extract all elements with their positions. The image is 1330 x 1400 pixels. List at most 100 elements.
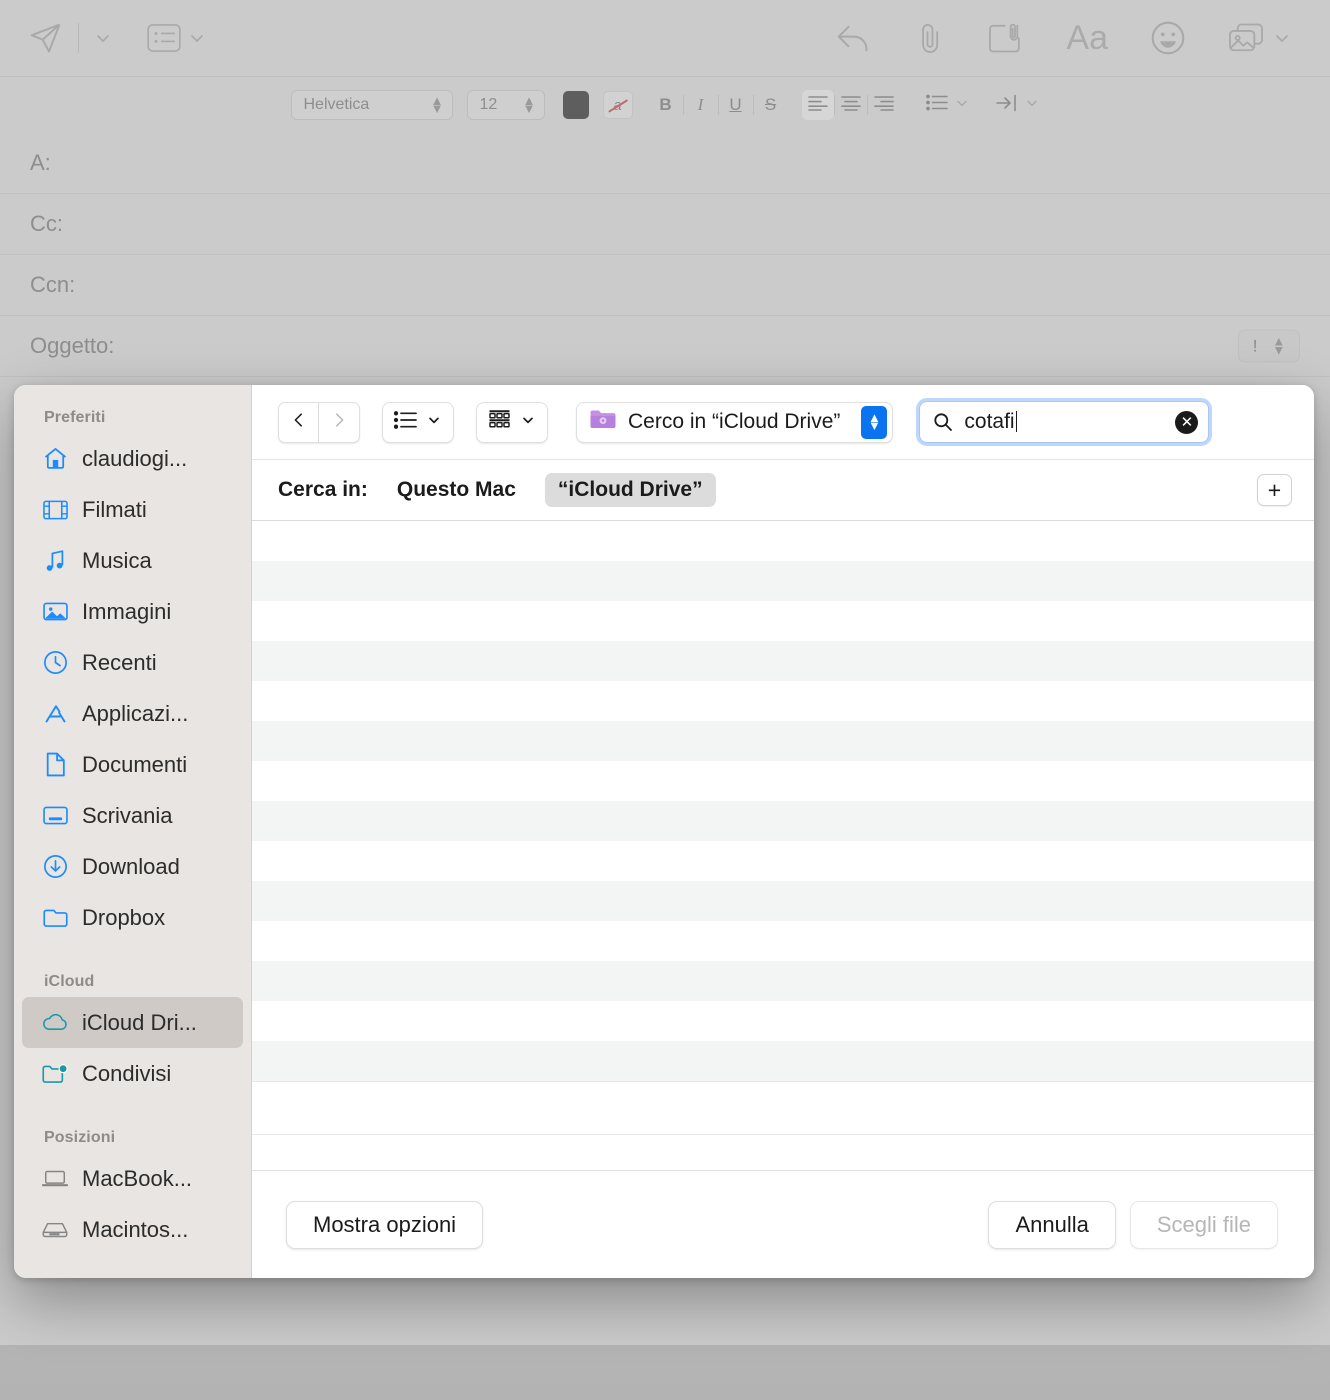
font-size-select[interactable]: 12 ▲ ▼: [466, 90, 545, 120]
show-options-button[interactable]: Mostra opzioni: [286, 1200, 484, 1249]
header-fields-icon[interactable]: [147, 23, 181, 53]
cancel-button[interactable]: Annulla: [988, 1200, 1116, 1249]
music-note-icon: [42, 548, 68, 574]
italic-button[interactable]: I: [686, 90, 716, 120]
format-aa-icon[interactable]: HelveticaAa: [1066, 21, 1108, 55]
add-search-criteria-button[interactable]: +: [1257, 474, 1292, 506]
reply-arrow-icon[interactable]: [836, 21, 872, 55]
scope-option-icloud-drive[interactable]: “iCloud Drive”: [544, 473, 716, 507]
mail-toolbar: HelveticaAa: [0, 0, 1330, 76]
location-popup-label: Cerco in “iCloud Drive”: [628, 410, 841, 433]
download-icon: [42, 854, 68, 880]
send-options-chevron-down-icon[interactable]: [93, 28, 113, 48]
sidebar-item-icloud-drive[interactable]: iCloud Dri...: [22, 997, 243, 1048]
sidebar-item-dropbox[interactable]: Dropbox: [22, 892, 243, 943]
list-item[interactable]: [252, 561, 1314, 601]
search-field[interactable]: cotafi ✕: [919, 401, 1210, 443]
sidebar-item-scrivania[interactable]: Scrivania: [22, 790, 243, 841]
field-row-to[interactable]: A:: [0, 133, 1330, 194]
list-item[interactable]: [252, 601, 1314, 641]
sidebar-item-label: Immagini: [82, 598, 172, 624]
forward-button[interactable]: [319, 401, 360, 443]
sidebar-item-label: Macintos...: [82, 1216, 189, 1242]
list-item[interactable]: [252, 801, 1314, 841]
sidebar-item-home[interactable]: claudiogi...: [22, 433, 243, 484]
smart-folder-icon: [589, 407, 617, 437]
align-right-button[interactable]: [868, 90, 900, 120]
photo-browser-icon[interactable]: [1228, 22, 1264, 54]
location-popup-button[interactable]: Cerco in “iCloud Drive” ▲ ▼: [576, 401, 894, 443]
search-icon: [933, 412, 953, 432]
priority-stepper-icon: ▲ ▼: [1272, 333, 1286, 357]
font-size-value: 12: [479, 96, 498, 113]
file-list[interactable]: [252, 521, 1314, 1170]
highlight-color-button[interactable]: a: [602, 91, 633, 119]
emoji-smiley-icon[interactable]: [1150, 20, 1186, 56]
scope-label: Cerca in:: [278, 478, 368, 501]
align-left-button[interactable]: [801, 90, 834, 120]
list-style-button[interactable]: [925, 94, 970, 116]
sidebar-item-label: Musica: [82, 547, 152, 573]
sidebar-item-macbook[interactable]: MacBook...: [22, 1153, 243, 1204]
send-paper-plane-icon[interactable]: [28, 20, 64, 56]
sidebar-item-condivisi[interactable]: Condivisi: [22, 1048, 243, 1099]
list-item[interactable]: [252, 1001, 1314, 1041]
sidebar-item-filmati[interactable]: Filmati: [22, 484, 243, 535]
priority-stepper[interactable]: ! ▲ ▼: [1238, 329, 1300, 363]
list-item[interactable]: [252, 761, 1314, 801]
format-bar: Helvetica ▲▼ 12 ▲▼ a B I U: [0, 77, 1330, 133]
header-fields-chevron-down-icon[interactable]: [187, 28, 207, 48]
paperclip-icon[interactable]: [914, 21, 946, 55]
laptop-icon: [42, 1166, 68, 1192]
strikethrough-button[interactable]: S: [756, 90, 786, 120]
dialog-toolbar: Cerco in “iCloud Drive” ▲ ▼ cotafi ✕: [252, 385, 1314, 459]
list-item[interactable]: [252, 641, 1314, 681]
scope-option-this-mac[interactable]: Questo Mac: [384, 473, 529, 507]
sidebar-item-label: Recenti: [82, 649, 157, 675]
sidebar-item-recenti[interactable]: Recenti: [22, 637, 243, 688]
toolbar-divider: [78, 23, 79, 53]
sidebar-item-immagini[interactable]: Immagini: [22, 586, 243, 637]
group-view-button[interactable]: [476, 401, 548, 443]
photo-browser-chevron-down-icon[interactable]: [1272, 28, 1292, 48]
sidebar-item-documenti[interactable]: Documenti: [22, 739, 243, 790]
list-view-chevron-down-icon: [426, 412, 442, 433]
field-row-subject[interactable]: Oggetto: ! ▲ ▼: [0, 316, 1330, 377]
sidebar-item-musica[interactable]: Musica: [22, 535, 243, 586]
plus-icon: +: [1267, 476, 1282, 503]
indent-button[interactable]: [995, 94, 1040, 117]
list-view-button[interactable]: [382, 401, 454, 443]
list-item[interactable]: [252, 841, 1314, 881]
sidebar-item-download[interactable]: Download: [22, 841, 243, 892]
list-empty-area: [252, 1082, 1314, 1134]
list-item[interactable]: [252, 681, 1314, 721]
sidebar-item-applicazioni[interactable]: Applicazi...: [22, 688, 243, 739]
desktop-icon: [42, 803, 68, 829]
list-item[interactable]: [252, 1041, 1314, 1081]
list-separator: [252, 1134, 1314, 1135]
markup-attach-icon[interactable]: [988, 22, 1024, 54]
bold-button[interactable]: B: [651, 90, 681, 120]
list-item[interactable]: [252, 881, 1314, 921]
list-item[interactable]: [252, 961, 1314, 1001]
font-family-select[interactable]: Helvetica ▲ ▼: [290, 90, 453, 120]
italic-label: I: [697, 95, 704, 114]
list-item[interactable]: [252, 721, 1314, 761]
align-center-button[interactable]: [835, 90, 867, 120]
text-color-swatch[interactable]: [562, 91, 589, 119]
underline-button[interactable]: U: [721, 90, 751, 120]
field-row-cc[interactable]: Cc:: [0, 194, 1330, 255]
search-input[interactable]: cotafi: [964, 410, 1164, 434]
sidebar-item-macintosh-hd[interactable]: Macintos...: [22, 1204, 243, 1255]
list-item[interactable]: [252, 521, 1314, 561]
clear-circle-icon[interactable]: ✕: [1175, 410, 1199, 434]
back-button[interactable]: [278, 401, 319, 443]
dialog-bottom-bar: Mostra opzioni Annulla Scegli file: [252, 1170, 1314, 1278]
sidebar-item-label: Applicazi...: [82, 700, 189, 726]
list-item[interactable]: [252, 921, 1314, 961]
field-row-bcc[interactable]: Ccn:: [0, 255, 1330, 316]
screen: HelveticaAa: [0, 0, 1330, 1400]
font-size-stepper-icon: ▲ ▼: [522, 92, 536, 116]
font-family-stepper-icon: ▲ ▼: [430, 92, 444, 116]
chevron-left-icon: [290, 411, 308, 434]
